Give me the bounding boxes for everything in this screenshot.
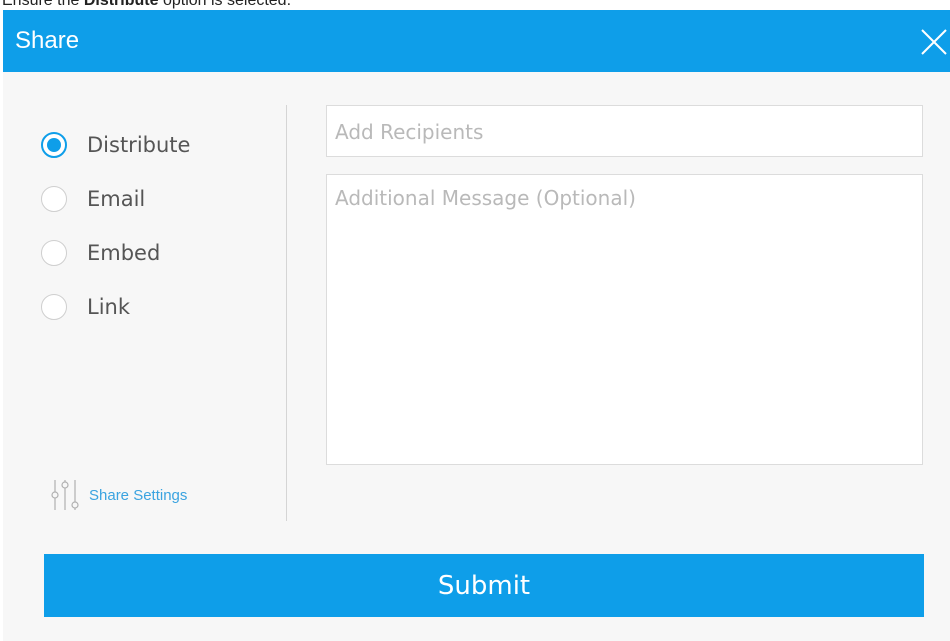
share-settings-label: Share Settings [89, 486, 188, 504]
option-embed[interactable]: Embed [41, 238, 261, 268]
submit-label: Submit [437, 570, 531, 601]
close-button[interactable] [918, 26, 950, 58]
instruction-suffix: option is selected. [158, 0, 292, 9]
option-label: Email [87, 187, 146, 211]
message-placeholder: Additional Message (Optional) [335, 186, 636, 210]
message-textarea[interactable]: Additional Message (Optional) [326, 174, 923, 465]
distribute-radio[interactable] [41, 132, 67, 158]
vertical-divider [286, 105, 287, 521]
email-radio[interactable] [41, 186, 67, 212]
submit-button[interactable]: Submit [44, 554, 924, 617]
instruction-prefix: Ensure the [2, 0, 84, 9]
share-dialog: Share Distribute Email Embed Link Share … [3, 10, 950, 641]
recipients-placeholder: Add Recipients [335, 120, 484, 144]
instruction-bold: Distribute [83, 0, 159, 9]
option-label: Distribute [87, 133, 191, 157]
sliders-icon [51, 480, 79, 510]
option-email[interactable]: Email [41, 184, 261, 214]
share-settings-link[interactable]: Share Settings [49, 478, 187, 512]
dialog-header: Share [3, 10, 950, 72]
option-link[interactable]: Link [41, 292, 261, 322]
option-label: Link [87, 295, 131, 319]
recipients-input[interactable]: Add Recipients [326, 105, 923, 157]
link-radio[interactable] [41, 294, 67, 320]
option-distribute[interactable]: Distribute [41, 130, 261, 160]
dialog-title: Share [15, 27, 80, 54]
embed-radio[interactable] [41, 240, 67, 266]
instruction-text: Ensure the Distribute option is selected… [2, 0, 291, 10]
option-label: Embed [87, 241, 161, 265]
close-icon [921, 29, 947, 55]
